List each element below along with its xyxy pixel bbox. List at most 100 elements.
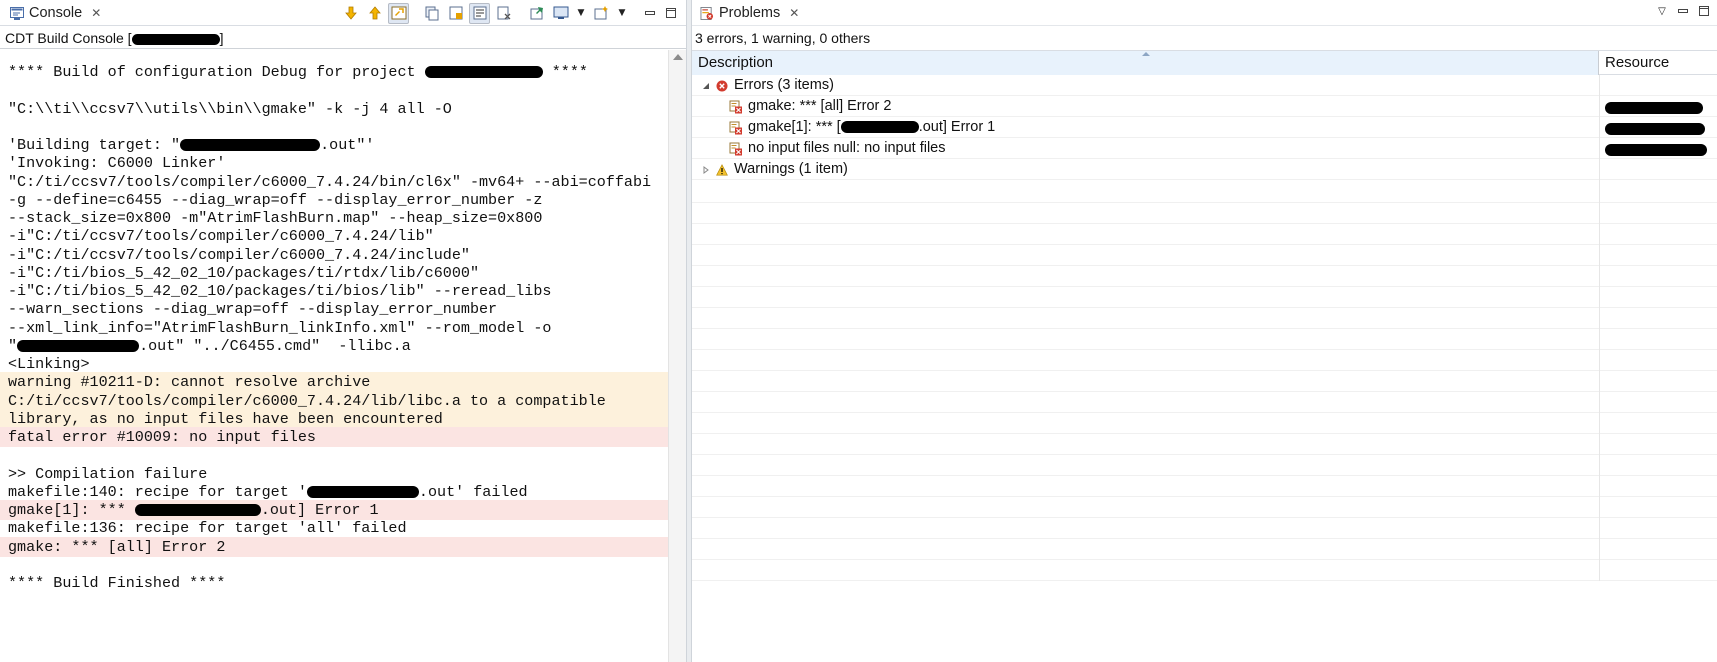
show-console-on-error-button[interactable]: [388, 2, 409, 24]
console-line: -i"C:/ti/ccsv7/tools/compiler/c6000_7.4.…: [0, 245, 668, 265]
problems-table: Description Resource Errors (3 items) gma…: [692, 50, 1717, 662]
previous-error-button[interactable]: [364, 3, 385, 24]
resource-cell: [1599, 201, 1717, 224]
column-header-resource[interactable]: Resource: [1599, 51, 1717, 75]
chevron-down-icon[interactable]: ▼: [615, 3, 629, 24]
redacted-name: [180, 139, 321, 152]
scroll-lock-button[interactable]: [445, 3, 466, 24]
description-cell: [692, 306, 1599, 329]
problem-row[interactable]: Warnings (1 item): [692, 159, 1717, 180]
empty-row: [692, 327, 1717, 350]
error-marker-icon: [729, 121, 743, 135]
pin-icon: [530, 7, 543, 20]
console-text: 'Building target: ": [8, 136, 181, 154]
word-wrap-button[interactable]: [469, 2, 490, 24]
resource-cell: [1599, 348, 1717, 371]
console-line: makefile:140: recipe for target ' .out' f…: [0, 482, 668, 502]
close-icon[interactable]: ✕: [91, 6, 101, 20]
console-text: C:/ti/ccsv7/tools/compiler/c6000_7.4.24/…: [8, 391, 606, 410]
chevron-down-icon[interactable]: ▼: [574, 3, 588, 24]
next-error-button[interactable]: [340, 3, 361, 24]
resource-cell: [1599, 222, 1717, 245]
problem-row[interactable]: Errors (3 items): [692, 75, 1717, 96]
console-text: gmake[1]: ***: [8, 501, 135, 519]
scroll-up-arrow-icon[interactable]: [673, 54, 683, 60]
empty-row: [692, 264, 1717, 287]
tab-console[interactable]: Console ✕: [4, 0, 107, 26]
console-error-line: gmake[1]: *** .out] Error 1: [0, 500, 668, 520]
console-line: -i"C:/ti/ccsv7/tools/compiler/c6000_7.4.…: [0, 226, 668, 246]
description-cell: Warnings (1 item): [692, 159, 1599, 180]
problem-description: gmake: *** [all] Error 2: [748, 98, 892, 114]
resource-cell: [1599, 96, 1717, 117]
console-icon: [10, 6, 24, 20]
console-text: makefile:140: recipe for target ': [8, 482, 307, 501]
maximize-button[interactable]: [662, 3, 680, 24]
redacted-name: [17, 339, 140, 352]
column-header-description[interactable]: Description: [692, 51, 1599, 75]
resource-cell: [1599, 243, 1717, 266]
clear-console-button[interactable]: [493, 3, 514, 24]
console-text: .out' failed: [418, 482, 528, 501]
empty-row: [692, 390, 1717, 413]
console-line: --xml_link_info="AtrimFlashBurn_linkInfo…: [0, 318, 668, 338]
redacted-resource: [1605, 144, 1707, 156]
console-line: --warn_sections --diag_wrap=off --displa…: [0, 299, 668, 319]
console-output[interactable]: **** Build of configuration Debug for pr…: [0, 50, 668, 662]
description-cell: [692, 285, 1599, 308]
tab-problems[interactable]: Problems ✕: [694, 0, 805, 26]
console-line: -i"C:/ti/bios_5_42_02_10/packages/ti/bio…: [0, 281, 668, 301]
console-line: 'Building target: " .out"': [0, 135, 668, 155]
word-wrap-icon: [473, 6, 486, 20]
empty-row: [692, 243, 1717, 266]
warning-icon: [715, 163, 729, 177]
expanded-chevron-icon[interactable]: [701, 81, 711, 91]
console-text: --warn_sections --diag_wrap=off --displa…: [8, 300, 498, 319]
resource-cell: [1599, 306, 1717, 329]
close-icon[interactable]: ✕: [789, 6, 799, 20]
console-text: --xml_link_info="AtrimFlashBurn_linkInfo…: [8, 318, 552, 337]
console-tab-bar: Console ✕ ▼ ▼: [0, 0, 686, 26]
minimize-button[interactable]: [1674, 1, 1692, 22]
sort-ascending-icon: [1142, 52, 1150, 56]
copy-icon: [425, 6, 438, 21]
problem-row[interactable]: gmake: *** [all] Error 2: [692, 96, 1717, 117]
problem-row[interactable]: gmake[1]: *** [.out] Error 1: [692, 117, 1717, 138]
empty-row: [692, 222, 1717, 245]
resource-cell: [1599, 159, 1717, 180]
problem-description: Warnings (1 item): [734, 161, 848, 177]
problems-table-header: Description Resource: [692, 50, 1717, 75]
console-text: .out"': [320, 136, 375, 154]
console-text: **** Build Finished ****: [8, 574, 226, 592]
problem-description-prefix: gmake[1]: *** [: [748, 119, 841, 135]
empty-row: [692, 180, 1717, 203]
description-cell: Errors (3 items): [692, 75, 1599, 96]
link-arrow-icon: [391, 6, 406, 20]
console-text: warning #10211-D: cannot resolve archive: [8, 373, 371, 392]
display-selected-console-button[interactable]: [550, 3, 571, 24]
description-cell: [692, 369, 1599, 392]
console-warning-line: library, as no input files have been enc…: [0, 408, 668, 429]
console-text: 'Invoking: C6000 Linker': [8, 154, 226, 173]
problem-description: Errors (3 items): [734, 77, 834, 93]
description-cell: [692, 201, 1599, 224]
minimize-icon: [645, 11, 655, 15]
maximize-button[interactable]: [1695, 1, 1713, 22]
console-title-suffix: ]: [219, 30, 224, 46]
open-console-button[interactable]: [591, 3, 612, 24]
resource-cell: [1599, 516, 1717, 539]
problem-description: no input files null: no input files: [748, 140, 946, 156]
console-text: .out" "../C6455.cmd" -llibc.a: [139, 336, 411, 355]
view-menu-chevron-icon[interactable]: ▽: [1653, 1, 1671, 22]
pin-console-button[interactable]: [526, 3, 547, 24]
console-line: " .out" "../C6455.cmd" -llibc.a: [0, 336, 668, 356]
problems-rows: Errors (3 items) gmake: *** [all] Error 2…: [692, 75, 1717, 662]
description-cell: no input files null: no input files: [692, 138, 1599, 159]
console-scrollbar[interactable]: [668, 50, 686, 662]
copy-console-button[interactable]: [421, 3, 442, 24]
resource-cell: [1599, 495, 1717, 518]
problem-row[interactable]: no input files null: no input files: [692, 138, 1717, 159]
minimize-button[interactable]: [641, 3, 659, 24]
collapsed-chevron-icon[interactable]: [701, 165, 711, 175]
console-line: **** Build Finished ****: [0, 573, 668, 593]
